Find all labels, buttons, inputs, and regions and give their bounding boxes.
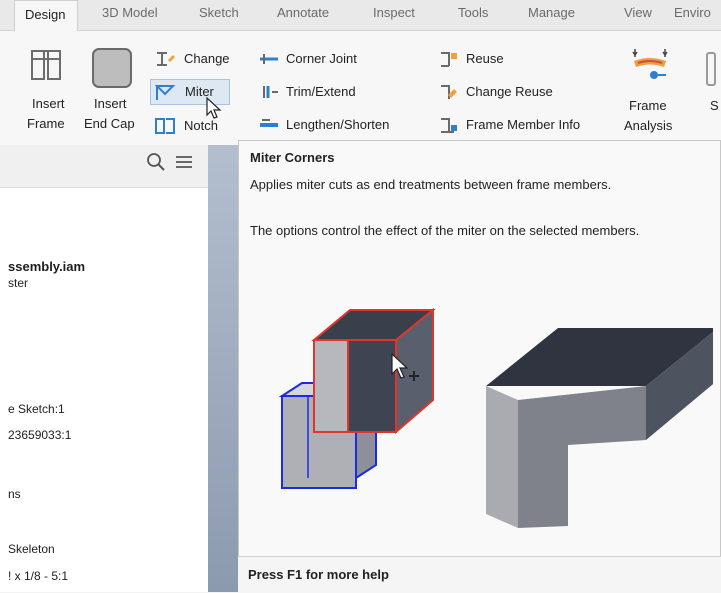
tooltip-description: Applies miter cuts as end treatments bet… [250,177,612,192]
browser-item-assembly[interactable]: ssembly.iam [8,259,85,274]
cut-off-tool-label: S [710,98,719,113]
graphics-viewport[interactable] [208,145,238,592]
change-reuse-button[interactable]: Change Reuse [436,81,576,103]
frame-member-info-button[interactable]: Frame Member Info [436,114,616,136]
tooltip-help-hint: Press F1 for more help [248,567,389,582]
miter-before-illustration [278,307,436,489]
frame-analysis-label-1: Frame [629,98,667,113]
tab-environments[interactable]: Enviro [674,5,711,20]
tab-design[interactable]: Design [14,0,78,31]
corner-joint-button[interactable]: Corner Joint [256,48,396,70]
browser-item-skeleton[interactable]: Skeleton [8,542,55,556]
change-reuse-label: Change Reuse [466,84,553,99]
insert-end-cap-label-1: Insert [94,96,127,111]
tab-sketch[interactable]: Sketch [199,5,239,20]
change-button[interactable]: Change [152,48,246,70]
change-label: Change [184,51,230,66]
reuse-icon [441,52,457,67]
cut-off-tool-icon[interactable] [706,52,716,86]
browser-item-profile[interactable]: ! x 1/8 - 5:1 [8,569,68,583]
insert-frame-label-2: Frame [27,116,65,131]
lengthen-shorten-label: Lengthen/Shorten [286,117,390,132]
notch-label: Notch [184,118,218,133]
browser-item-part[interactable]: 23659033:1 [8,428,71,442]
tab-annotate[interactable]: Annotate [277,5,329,20]
corner-joint-icon [260,54,278,64]
search-icon[interactable] [146,152,166,172]
tab-inspect[interactable]: Inspect [373,5,415,20]
insert-end-cap-icon [92,48,132,88]
tab-manage[interactable]: Manage [528,5,575,20]
frame-analysis-icon [632,49,668,79]
tab-view[interactable]: View [624,5,652,20]
lengthen-shorten-button[interactable]: Lengthen/Shorten [256,114,432,136]
model-browser-panel [0,145,209,592]
browser-item-sketch[interactable]: e Sketch:1 [8,402,65,416]
lengthen-shorten-icon [260,119,278,127]
miter-icon [155,85,176,100]
miter-after-illustration [486,328,713,528]
trim-extend-label: Trim/Extend [286,84,356,99]
trim-extend-icon [263,86,278,98]
frame-analysis-label-2: Analysis [624,118,673,133]
ribbon-tab-bar: Design 3D Model Sketch Annotate Inspect … [0,0,721,31]
browser-item-ns[interactable]: ns [8,487,21,501]
reuse-label: Reuse [466,51,504,66]
tab-3d-model[interactable]: 3D Model [102,5,158,20]
change-icon [157,52,175,66]
browser-item-master[interactable]: ster [8,276,28,290]
tooltip-title: Miter Corners [250,150,335,165]
insert-end-cap-label-2: End Cap [84,116,135,131]
mouse-cursor-icon [206,96,222,119]
corner-joint-label: Corner Joint [286,51,357,66]
tab-tools[interactable]: Tools [458,5,488,20]
notch-icon [155,118,175,134]
tooltip-options-text: The options control the effect of the mi… [250,223,640,238]
frame-member-info-label: Frame Member Info [466,117,581,132]
frame-member-info-icon [441,118,457,133]
insert-frame-label-1: Insert [32,96,65,111]
hamburger-menu-icon[interactable] [174,154,194,170]
trim-extend-button[interactable]: Trim/Extend [256,81,396,103]
change-reuse-icon [441,85,457,99]
reuse-button[interactable]: Reuse [436,48,546,70]
insert-frame-icon [31,50,61,80]
